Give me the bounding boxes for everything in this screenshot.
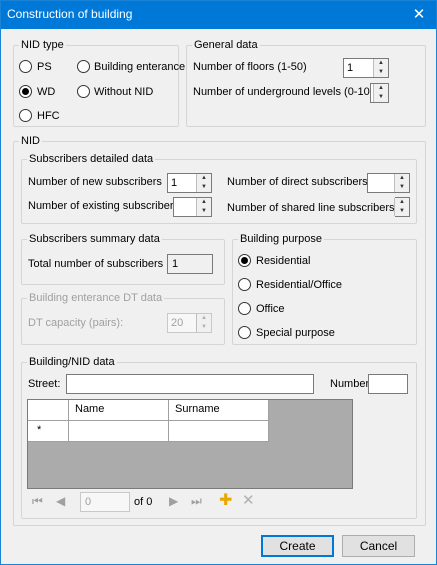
dt-data-legend: Building enterance DT data	[27, 292, 165, 304]
total-subscribers-field: 1	[167, 254, 213, 274]
grid-column-header-surname[interactable]: Surname	[169, 400, 269, 421]
move-previous-icon[interactable]: ◀	[56, 494, 65, 508]
spin-up-icon[interactable]: ▲	[374, 59, 388, 68]
radio-building-enterance[interactable]	[77, 60, 90, 73]
radio-office-label[interactable]: Office	[256, 303, 285, 315]
spin-up-icon[interactable]: ▲	[197, 174, 211, 183]
spin-up-icon[interactable]: ▲	[374, 84, 388, 93]
new-subscribers-stepper[interactable]: 1 ▲ ▼	[167, 173, 212, 193]
direct-subscribers-stepper[interactable]: ▲ ▼	[367, 173, 410, 193]
grid-new-row-name-cell[interactable]	[69, 421, 169, 442]
radio-special-purpose[interactable]	[238, 326, 251, 339]
spin-up-icon[interactable]: ▲	[197, 198, 211, 207]
spin-down-icon[interactable]: ▼	[374, 93, 388, 102]
building-data-legend: Building/NID data	[27, 356, 117, 368]
dt-capacity-stepper: 20 ▲ ▼	[167, 313, 212, 333]
existing-subscribers-spin-buttons[interactable]: ▲ ▼	[196, 198, 211, 216]
number-label: Number:	[330, 378, 373, 390]
shared-subscribers-stepper[interactable]: ▲ ▼	[394, 197, 410, 217]
shared-subscribers-spin-buttons[interactable]: ▲ ▼	[394, 198, 409, 216]
grid-new-row-surname-cell[interactable]	[169, 421, 269, 442]
spin-up-icon: ▲	[201, 315, 207, 321]
grid-column-header-name[interactable]: Name	[69, 400, 169, 421]
underground-spin-buttons[interactable]: ▲ ▼	[373, 84, 388, 102]
radio-office[interactable]	[238, 302, 251, 315]
underground-stepper[interactable]: ▲ ▼	[370, 83, 389, 103]
nid-legend: NID	[19, 135, 42, 147]
new-subscribers-label: Number of new subscribers	[28, 176, 162, 188]
radio-residential-label[interactable]: Residential	[256, 255, 310, 267]
new-subscribers-value[interactable]: 1	[171, 177, 177, 189]
general-data-legend: General data	[192, 39, 260, 51]
window-title: Construction of building	[7, 7, 133, 21]
spin-down-icon[interactable]: ▼	[197, 207, 211, 216]
subscribers-summary-legend: Subscribers summary data	[27, 233, 162, 245]
spin-up-icon[interactable]: ▲	[395, 174, 409, 183]
floors-value[interactable]: 1	[347, 62, 353, 74]
move-last-icon[interactable]: ⏭	[191, 494, 202, 509]
new-subscribers-spin-buttons[interactable]: ▲ ▼	[196, 174, 211, 192]
floors-stepper[interactable]: 1 ▲ ▼	[343, 58, 389, 78]
spin-up-icon[interactable]: ▲	[395, 198, 409, 207]
street-input[interactable]	[66, 374, 314, 394]
spin-down-icon[interactable]: ▼	[395, 207, 409, 216]
radio-without-nid-label[interactable]: Without NID	[94, 86, 153, 98]
cancel-button[interactable]: Cancel	[342, 535, 415, 557]
dt-capacity-spin-buttons: ▲ ▼	[196, 314, 211, 332]
street-label: Street:	[28, 378, 61, 390]
dt-capacity-label: DT capacity (pairs):	[28, 317, 124, 329]
radio-ps[interactable]	[19, 60, 32, 73]
delete-icon[interactable]: ✕	[242, 491, 255, 509]
grid-new-row-header[interactable]: *	[28, 421, 69, 442]
existing-subscribers-stepper[interactable]: ▲ ▼	[173, 197, 212, 217]
grid-column-surname-label[interactable]: Surname	[175, 403, 220, 415]
subscribers-detailed-legend: Subscribers detailed data	[27, 153, 156, 165]
radio-residential[interactable]	[238, 254, 251, 267]
subscribers-detailed-group	[21, 159, 417, 224]
spin-down-icon[interactable]: ▼	[197, 183, 211, 192]
radio-without-nid[interactable]	[77, 85, 90, 98]
building-purpose-legend: Building purpose	[238, 233, 324, 245]
existing-subscribers-label: Number of existing subscribers	[28, 200, 180, 212]
radio-hfc-label[interactable]: HFC	[37, 110, 60, 122]
radio-wd[interactable]	[19, 85, 32, 98]
radio-hfc[interactable]	[19, 109, 32, 122]
floors-label: Number of floors (1-50)	[193, 61, 307, 73]
title-bar: Construction of building ✕	[1, 1, 436, 29]
radio-residential-office-label[interactable]: Residential/Office	[256, 279, 342, 291]
total-subscribers-label: Total number of subscribers	[28, 258, 164, 270]
spin-down-icon[interactable]: ▼	[395, 183, 409, 192]
navigator-position-input[interactable]: 0	[80, 492, 130, 512]
radio-building-enterance-label[interactable]: Building enterance	[94, 61, 185, 73]
grid-row-header-corner	[28, 400, 69, 421]
dt-capacity-value: 20	[171, 317, 184, 329]
shared-subscribers-label: Number of shared line subscribers:	[227, 202, 398, 214]
radio-ps-label[interactable]: PS	[37, 61, 52, 73]
close-icon[interactable]: ✕	[402, 1, 436, 29]
underground-label: Number of underground levels (0-10)	[193, 86, 374, 98]
radio-special-purpose-label[interactable]: Special purpose	[256, 327, 335, 339]
direct-subscribers-label: Number of direct subscribers	[227, 176, 368, 188]
total-subscribers-value: 1	[172, 258, 179, 270]
new-row-marker: *	[37, 424, 42, 436]
spin-down-icon[interactable]: ▼	[374, 68, 388, 77]
number-input[interactable]	[368, 374, 408, 394]
nid-type-legend: NID type	[19, 39, 66, 51]
radio-residential-office[interactable]	[238, 278, 251, 291]
grid-column-name-label[interactable]: Name	[75, 403, 104, 415]
navigator-position-value[interactable]: 0	[85, 496, 91, 508]
dialog-window: Construction of building ✕ NID type PS B…	[0, 0, 437, 565]
spin-down-icon: ▼	[201, 324, 207, 330]
add-new-icon[interactable]: ✚	[219, 490, 232, 510]
floors-spin-buttons[interactable]: ▲ ▼	[373, 59, 388, 77]
create-button[interactable]: Create	[261, 535, 334, 557]
direct-subscribers-spin-buttons[interactable]: ▲ ▼	[394, 174, 409, 192]
move-next-icon[interactable]: ▶	[169, 494, 178, 508]
radio-wd-label[interactable]: WD	[37, 86, 55, 98]
move-first-icon[interactable]: ⏮	[32, 494, 43, 509]
navigator-count-label: of 0	[134, 496, 153, 508]
